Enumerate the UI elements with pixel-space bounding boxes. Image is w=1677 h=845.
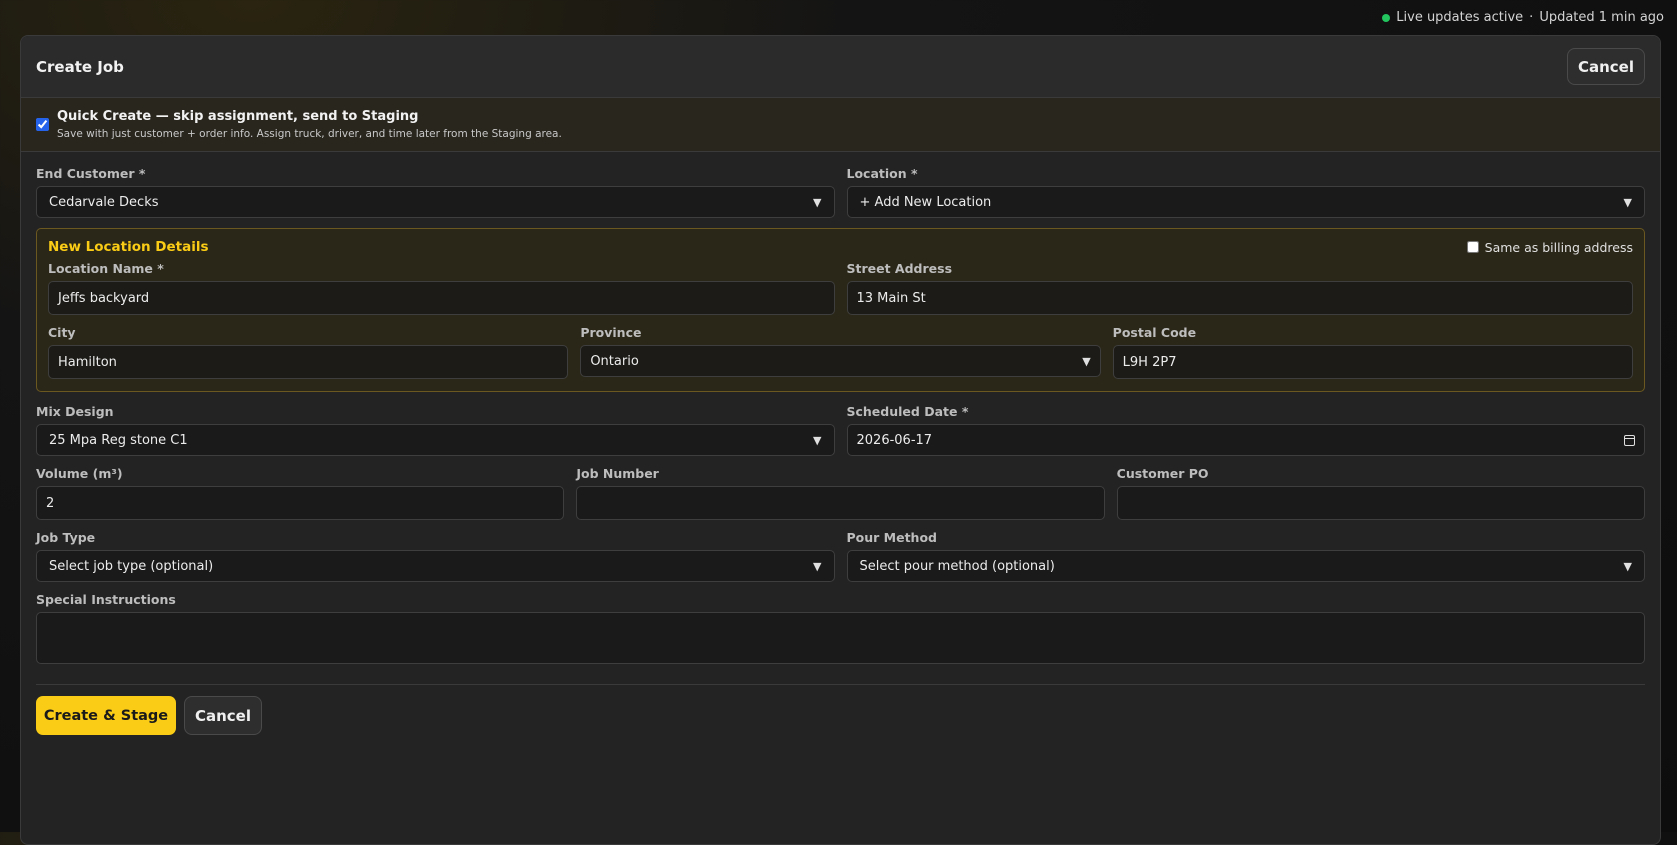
job-type-label: Job Type xyxy=(36,530,96,545)
chevron-down-icon: ▼ xyxy=(1623,559,1632,573)
city-input[interactable]: Hamilton xyxy=(48,345,569,379)
job-type-value: Select job type (optional) xyxy=(49,558,214,574)
customer-po-input[interactable] xyxy=(1116,486,1645,520)
customer-po-label: Customer PO xyxy=(1116,466,1209,481)
job-number-input[interactable] xyxy=(576,486,1105,520)
live-status: Live updates active · Updated 1 min ago xyxy=(1382,10,1664,25)
special-instructions-textarea[interactable] xyxy=(36,612,1645,664)
same-as-billing-label: Same as billing address xyxy=(1484,239,1633,255)
location-name-label: Location Name * xyxy=(48,261,164,276)
updated-text: Updated 1 min ago xyxy=(1539,10,1664,25)
same-as-billing-checkbox[interactable] xyxy=(1466,241,1479,253)
postal-code-value: L9H 2P7 xyxy=(1122,354,1177,370)
create-and-stage-button[interactable]: Create & Stage xyxy=(36,696,176,735)
mix-design-label: Mix Design xyxy=(36,404,114,419)
quick-create-subtitle: Save with just customer + order info. As… xyxy=(57,128,562,140)
scheduled-date-label: Scheduled Date * xyxy=(846,404,969,419)
chevron-down-icon: ▼ xyxy=(813,195,822,209)
new-location-title: New Location Details xyxy=(48,239,209,255)
form-divider xyxy=(36,684,1645,685)
quick-create-text: Quick Create — skip assignment, send to … xyxy=(57,109,562,140)
city-value: Hamilton xyxy=(58,354,117,370)
location-name-input[interactable]: Jeffs backyard xyxy=(48,281,835,315)
chevron-down-icon: ▼ xyxy=(1623,195,1632,209)
pour-method-label: Pour Method xyxy=(846,530,938,545)
quick-create-banner: Quick Create — skip assignment, send to … xyxy=(21,98,1660,152)
status-separator: · xyxy=(1529,10,1534,25)
live-indicator-icon xyxy=(1382,13,1391,22)
pour-method-select[interactable]: Select pour method (optional) ▼ xyxy=(846,550,1645,582)
location-select[interactable]: + Add New Location ▼ xyxy=(846,186,1645,218)
street-address-value: 13 Main St xyxy=(856,290,926,306)
mix-design-select[interactable]: 25 Mpa Reg stone C1 ▼ xyxy=(36,424,835,456)
city-label: City xyxy=(48,325,76,340)
chevron-down-icon: ▼ xyxy=(813,559,822,573)
location-label: Location * xyxy=(846,166,918,181)
location-name-value: Jeffs backyard xyxy=(58,290,150,306)
special-instructions-label: Special Instructions xyxy=(36,592,176,607)
volume-input[interactable]: 2 xyxy=(36,486,565,520)
scheduled-date-input[interactable]: 2026-06-17 xyxy=(846,424,1645,456)
form-actions: Create & Stage Cancel xyxy=(36,696,1645,735)
postal-code-label: Postal Code xyxy=(1112,325,1197,340)
chevron-down-icon: ▼ xyxy=(1082,354,1091,368)
scheduled-date-value: 2026-06-17 xyxy=(856,432,933,448)
province-label: Province xyxy=(580,325,642,340)
chevron-down-icon: ▼ xyxy=(813,433,822,447)
province-select[interactable]: Ontario ▼ xyxy=(580,345,1101,377)
header-cancel-button[interactable]: Cancel xyxy=(1567,48,1645,85)
end-customer-select[interactable]: Cedarvale Decks ▼ xyxy=(36,186,835,218)
pour-method-value: Select pour method (optional) xyxy=(859,558,1055,574)
province-value: Ontario xyxy=(590,353,639,369)
job-number-label: Job Number xyxy=(576,466,659,481)
same-as-billing[interactable]: Same as billing address xyxy=(1466,239,1633,255)
live-status-text: Live updates active xyxy=(1396,10,1524,25)
volume-label: Volume (m³) xyxy=(36,466,123,481)
end-customer-label: End Customer * xyxy=(36,166,146,181)
street-address-label: Street Address xyxy=(846,261,953,276)
calendar-icon[interactable] xyxy=(1624,434,1635,446)
job-form: End Customer * Cedarvale Decks ▼ Locatio… xyxy=(21,152,1660,735)
panel-header: Create Job Cancel xyxy=(21,36,1660,98)
location-value: + Add New Location xyxy=(859,194,992,210)
mix-design-value: 25 Mpa Reg stone C1 xyxy=(49,432,188,448)
quick-create-title: Quick Create — skip assignment, send to … xyxy=(57,109,419,124)
footer-cancel-button[interactable]: Cancel xyxy=(184,696,262,735)
end-customer-value: Cedarvale Decks xyxy=(49,194,159,210)
create-job-panel: Create Job Cancel Quick Create — skip as… xyxy=(20,35,1661,845)
new-location-details: New Location Details Same as billing add… xyxy=(36,228,1645,392)
job-type-select[interactable]: Select job type (optional) ▼ xyxy=(36,550,835,582)
volume-value: 2 xyxy=(46,495,55,511)
postal-code-input[interactable]: L9H 2P7 xyxy=(1112,345,1633,379)
street-address-input[interactable]: 13 Main St xyxy=(846,281,1633,315)
quick-create-checkbox[interactable] xyxy=(36,118,49,131)
page-title: Create Job xyxy=(36,57,124,76)
